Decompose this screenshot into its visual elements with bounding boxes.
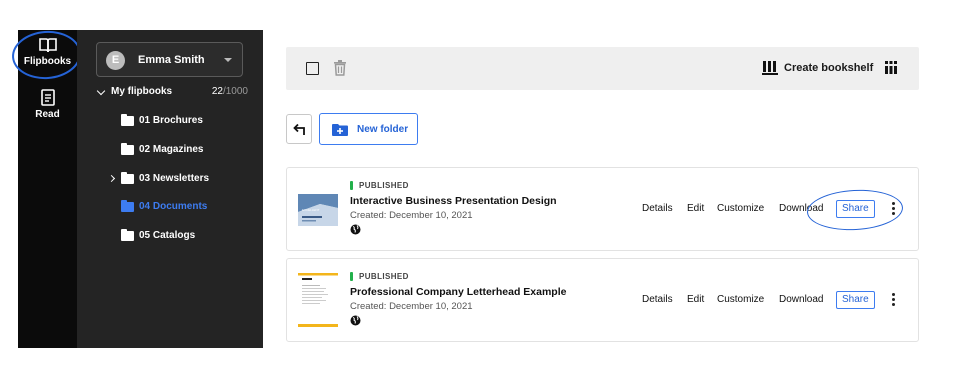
customize-link[interactable]: Customize — [717, 203, 764, 214]
chevron-down-icon[interactable] — [96, 86, 106, 96]
select-all-checkbox[interactable] — [306, 62, 319, 75]
flipbook-thumbnail[interactable] — [298, 273, 338, 327]
flipbook-thumbnail[interactable]: EXCELLENT — [298, 182, 338, 236]
flipbook-card[interactable]: PUBLISHED Professional Company Letterhea… — [286, 258, 919, 342]
edit-link[interactable]: Edit — [687, 294, 704, 305]
flipbook-count-total: /1000 — [222, 86, 248, 97]
arrow-back-icon — [293, 123, 305, 135]
tree-folder-catalogs[interactable]: 05 Catalogs — [109, 229, 249, 244]
flipbook-card[interactable]: EXCELLENT PUBLISHED Interactive Business… — [286, 167, 919, 251]
tree-folder-newsletters[interactable]: 03 Newsletters — [107, 172, 249, 187]
thumbnail-image — [298, 273, 338, 327]
grid-view-icon[interactable] — [885, 61, 897, 74]
tree-folder-magazines[interactable]: 02 Magazines — [109, 143, 249, 158]
folder-tree-panel: E Emma Smith My flipbooks 22/1000 01 Bro… — [77, 30, 263, 348]
folder-icon — [121, 172, 134, 184]
edit-link[interactable]: Edit — [687, 203, 704, 214]
folder-label: 02 Magazines — [139, 144, 204, 155]
download-link[interactable]: Download — [779, 294, 823, 305]
user-name: Emma Smith — [138, 54, 205, 66]
folder-label: 04 Documents — [139, 201, 208, 212]
flipbook-title[interactable]: Interactive Business Presentation Design — [350, 195, 557, 207]
folder-icon — [121, 200, 134, 212]
rail-label-read: Read — [35, 109, 60, 120]
folder-plus-icon — [332, 124, 348, 136]
account-menu-button[interactable]: E Emma Smith — [96, 42, 243, 77]
details-link[interactable]: Details — [642, 203, 673, 214]
nav-rail: Flipbooks Read — [10, 28, 83, 348]
customize-link[interactable]: Customize — [717, 294, 764, 305]
back-button[interactable] — [286, 114, 312, 144]
more-options-icon[interactable] — [892, 293, 896, 308]
rail-item-read[interactable]: Read — [18, 89, 77, 120]
document-icon — [40, 89, 55, 106]
share-button[interactable]: Share — [836, 291, 875, 309]
app-window: Flipbooks Read E Emma Smith My flipbooks… — [10, 28, 941, 348]
tree-folder-brochures[interactable]: 01 Brochures — [109, 114, 249, 129]
bookshelf-icon — [762, 61, 778, 75]
more-options-icon[interactable] — [892, 202, 896, 217]
folder-icon — [121, 114, 134, 126]
globe-icon — [350, 315, 361, 326]
folder-label: 01 Brochures — [139, 115, 203, 126]
created-date: Created: December 10, 2021 — [350, 210, 473, 221]
thumbnail-caption: EXCELLENT — [302, 208, 320, 212]
status-badge: PUBLISHED — [350, 272, 409, 281]
download-link[interactable]: Download — [779, 203, 823, 214]
tree-root-label: My flipbooks — [111, 86, 173, 97]
rail-item-flipbooks[interactable]: Flipbooks — [18, 37, 77, 67]
globe-icon — [350, 224, 361, 235]
tree-folder-documents[interactable]: 04 Documents — [109, 200, 249, 215]
folder-icon — [121, 229, 134, 241]
status-badge: PUBLISHED — [350, 181, 409, 190]
folder-label: 03 Newsletters — [139, 173, 210, 184]
folder-icon — [121, 143, 134, 155]
new-folder-label: New folder — [357, 124, 409, 135]
flipbook-title[interactable]: Professional Company Letterhead Example — [350, 286, 566, 298]
created-date: Created: December 10, 2021 — [350, 301, 473, 312]
avatar: E — [106, 51, 125, 70]
create-bookshelf-label: Create bookshelf — [784, 62, 874, 74]
trash-icon[interactable] — [333, 60, 347, 76]
new-folder-button[interactable]: New folder — [319, 113, 418, 145]
chevron-right-icon[interactable] — [107, 174, 116, 183]
flipbook-count-used: 22 — [211, 86, 223, 97]
main-content: Create bookshelf New folder EXCELLENT PU… — [263, 30, 941, 348]
caret-down-icon — [224, 58, 232, 62]
flipbook-count: 22/1000 — [212, 86, 248, 97]
toolbar: Create bookshelf — [286, 47, 919, 90]
tree-root-my-flipbooks[interactable]: My flipbooks 22/1000 — [96, 86, 248, 100]
rail-label-flipbooks: Flipbooks — [23, 56, 72, 67]
folder-label: 05 Catalogs — [139, 230, 196, 241]
book-open-icon — [38, 38, 57, 53]
share-button[interactable]: Share — [836, 200, 875, 218]
details-link[interactable]: Details — [642, 294, 673, 305]
